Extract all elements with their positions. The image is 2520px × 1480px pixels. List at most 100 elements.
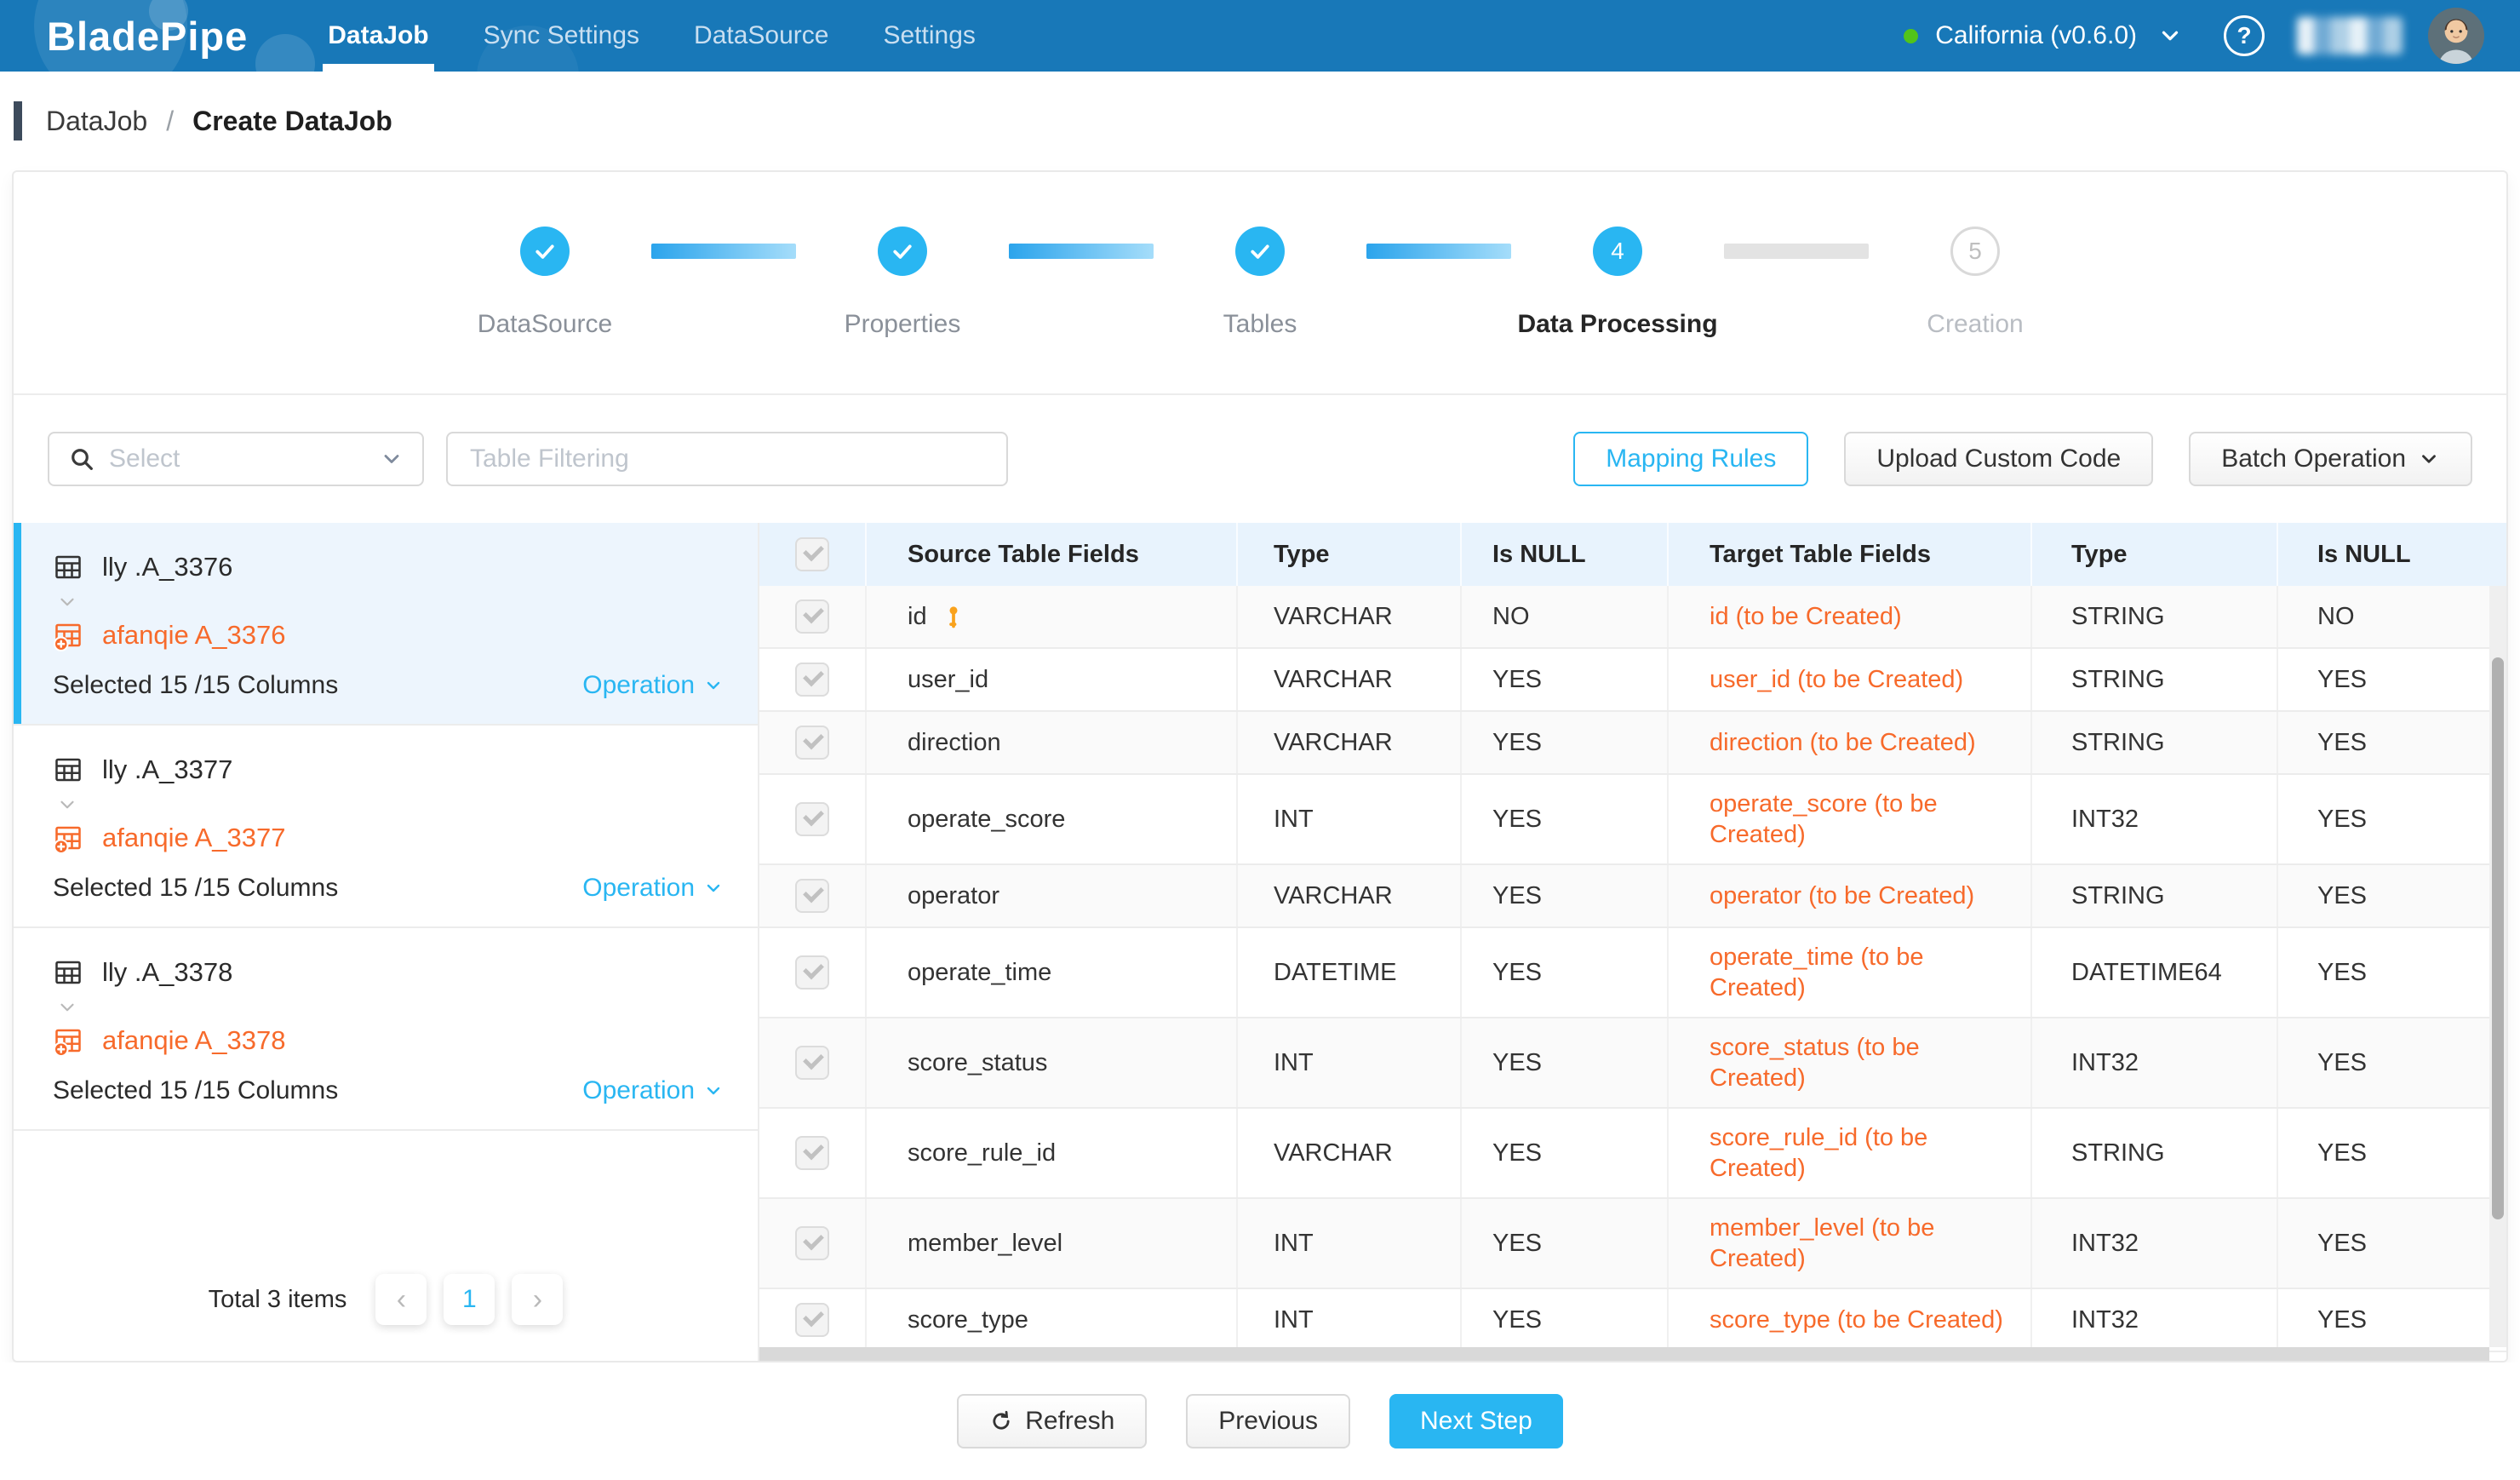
- pagination-page-1[interactable]: 1: [444, 1274, 495, 1325]
- refresh-button[interactable]: Refresh: [957, 1394, 1147, 1448]
- row-checkbox[interactable]: [795, 1136, 829, 1170]
- wizard-step: Properties: [651, 227, 1009, 339]
- app-logo[interactable]: BladePipe: [47, 13, 248, 60]
- mapping-rules-button[interactable]: Mapping Rules: [1573, 432, 1808, 486]
- source-table-name: lly .A_3376: [102, 552, 232, 582]
- pagination-prev-button[interactable]: ‹: [375, 1274, 427, 1325]
- step-connector: [1366, 244, 1511, 259]
- pagination: Total 3 items ‹ 1 ›: [14, 1248, 758, 1361]
- target-field-type: STRING: [2032, 865, 2278, 926]
- pagination-total: Total 3 items: [209, 1286, 347, 1314]
- nav-tab[interactable]: Settings: [856, 0, 1002, 72]
- help-icon[interactable]: ?: [2224, 15, 2265, 56]
- step-connector: [1009, 244, 1154, 259]
- wizard-step: 5 Creation: [1724, 227, 2082, 339]
- table-list-panel: lly .A_3376 afanqie A_3376: [14, 523, 759, 1361]
- chevron-down-icon: [703, 878, 724, 898]
- row-checkbox[interactable]: [795, 726, 829, 760]
- target-table-name: afanqie A_3376: [102, 620, 286, 651]
- page-title: Create DataJob: [192, 106, 392, 137]
- source-field-isnull: YES: [1462, 649, 1669, 710]
- table-select-dropdown[interactable]: Select: [48, 432, 424, 486]
- nav-tab[interactable]: Sync Settings: [456, 0, 667, 72]
- source-field-isnull: YES: [1462, 1289, 1669, 1351]
- target-field-type: INT32: [2032, 1289, 2278, 1351]
- select-all-checkbox[interactable]: [795, 537, 829, 571]
- target-field-type: STRING: [2032, 1109, 2278, 1197]
- user-avatar[interactable]: [2428, 8, 2484, 64]
- source-field-isnull: YES: [1462, 1199, 1669, 1288]
- source-field-type: VARCHAR: [1238, 865, 1462, 926]
- operation-link[interactable]: Operation: [582, 671, 724, 700]
- target-field-isnull: YES: [2278, 1018, 2506, 1107]
- row-checkbox[interactable]: [795, 955, 829, 990]
- target-field-name: score_type (to be Created): [1669, 1289, 2032, 1351]
- previous-button[interactable]: Previous: [1186, 1394, 1350, 1448]
- chevron-down-icon[interactable]: [2157, 23, 2183, 49]
- row-checkbox[interactable]: [795, 1303, 829, 1337]
- row-checkbox[interactable]: [795, 1226, 829, 1260]
- step-number: 5: [1968, 238, 1982, 265]
- upload-custom-code-button[interactable]: Upload Custom Code: [1844, 432, 2153, 486]
- target-table-add-icon: [53, 1025, 83, 1056]
- source-field-name: score_type: [908, 1305, 1028, 1335]
- source-table-icon: [53, 552, 83, 582]
- field-row: operate_time DATETIME YES operate_time (…: [759, 928, 2506, 1018]
- step-circle: 4: [1593, 227, 1642, 276]
- table-pair-item[interactable]: lly .A_3377 afanqie A_3377: [14, 726, 758, 928]
- chevron-down-icon: [380, 447, 404, 471]
- target-field-type: STRING: [2032, 649, 2278, 710]
- source-field-isnull: YES: [1462, 775, 1669, 863]
- step-circle: [878, 227, 927, 276]
- table-header-row: Source Table Fields Type Is NULL Target …: [759, 523, 2506, 586]
- source-field-type: VARCHAR: [1238, 649, 1462, 710]
- field-row: score_status INT YES score_status (to be…: [759, 1018, 2506, 1109]
- source-field-name: id: [908, 601, 927, 632]
- step-number: 4: [1611, 238, 1624, 265]
- pagination-next-button[interactable]: ›: [512, 1274, 563, 1325]
- operation-link[interactable]: Operation: [582, 874, 724, 903]
- step-label: Tables: [1223, 310, 1297, 339]
- row-checkbox[interactable]: [795, 879, 829, 913]
- nav-tab[interactable]: DataSource: [667, 0, 856, 72]
- target-field-name: score_rule_id (to be Created): [1669, 1109, 2032, 1197]
- status-dot: [1904, 29, 1918, 43]
- target-field-name: score_status (to be Created): [1669, 1018, 2032, 1107]
- field-row: member_level INT YES member_level (to be…: [759, 1199, 2506, 1289]
- header-target-type: Type: [2032, 523, 2278, 586]
- horizontal-scrollbar[interactable]: [759, 1347, 2489, 1361]
- batch-operation-button[interactable]: Batch Operation: [2189, 432, 2472, 486]
- row-checkbox[interactable]: [795, 1046, 829, 1080]
- nav-tab[interactable]: DataJob: [301, 0, 455, 72]
- operation-link[interactable]: Operation: [582, 1076, 724, 1105]
- target-field-isnull: YES: [2278, 1289, 2506, 1351]
- vertical-scrollbar[interactable]: [2489, 586, 2506, 1347]
- row-checkbox[interactable]: [795, 802, 829, 836]
- target-field-isnull: YES: [2278, 1109, 2506, 1197]
- table-pair-item[interactable]: lly .A_3376 afanqie A_3376: [14, 523, 758, 726]
- header-target-isnull: Is NULL: [2278, 523, 2506, 586]
- chevron-down-icon: [2418, 448, 2440, 470]
- header-source-isnull: Is NULL: [1462, 523, 1669, 586]
- table-pair-item[interactable]: lly .A_3378 afanqie A_3378: [14, 928, 758, 1131]
- row-checkbox[interactable]: [795, 599, 829, 634]
- chevron-down-icon: [703, 675, 724, 696]
- header-source-type: Type: [1238, 523, 1462, 586]
- top-nav: BladePipe DataJob Sync Settings DataSour…: [0, 0, 2520, 72]
- source-field-type: INT: [1238, 775, 1462, 863]
- next-step-button[interactable]: Next Step: [1389, 1394, 1563, 1448]
- source-field-isnull: YES: [1462, 1109, 1669, 1197]
- target-field-type: INT32: [2032, 775, 2278, 863]
- step-label: Data Processing: [1517, 310, 1717, 339]
- breadcrumb-section[interactable]: DataJob: [46, 106, 147, 137]
- region-selector[interactable]: California (v0.6.0): [1935, 21, 2137, 50]
- chevron-down-icon: [56, 591, 78, 613]
- vertical-scrollbar-thumb[interactable]: [2492, 657, 2504, 1219]
- nav-right: California (v0.6.0) ?: [1904, 8, 2484, 64]
- table-filter-input[interactable]: [446, 432, 1008, 486]
- selected-columns-text: Selected 15 /15 Columns: [53, 1076, 338, 1105]
- row-checkbox[interactable]: [795, 663, 829, 697]
- target-field-type: INT32: [2032, 1199, 2278, 1288]
- wizard-step: Tables: [1009, 227, 1366, 339]
- target-field-name: id (to be Created): [1669, 586, 2032, 647]
